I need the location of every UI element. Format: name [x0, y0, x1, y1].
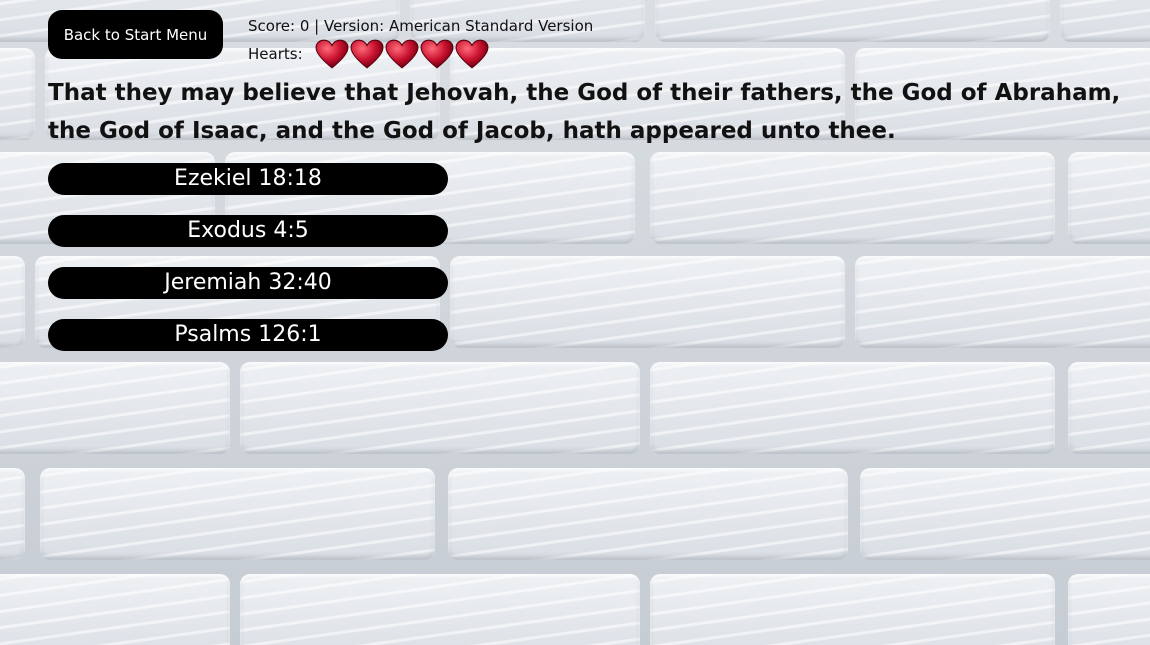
back-to-start-menu-button[interactable]: Back to Start Menu — [48, 10, 223, 59]
hearts-row: Hearts: — [248, 39, 593, 69]
hearts-container — [315, 39, 490, 69]
heart-icon — [455, 39, 489, 69]
status-panel: Score: 0 | Version: American Standard Ve… — [248, 13, 593, 69]
verse-question-text: That they may believe that Jehovah, the … — [48, 80, 1121, 144]
score-version-text: Score: 0 | Version: American Standard Ve… — [248, 17, 594, 35]
heart-icon — [385, 39, 419, 69]
choice-button-2[interactable]: Exodus 4:5 — [48, 215, 448, 247]
heart-icon — [315, 39, 349, 69]
heart-icon — [420, 39, 454, 69]
answer-choices: Ezekiel 18:18 Exodus 4:5 Jeremiah 32:40 … — [48, 163, 448, 371]
choice-button-1[interactable]: Ezekiel 18:18 — [48, 163, 448, 195]
choice-button-4[interactable]: Psalms 126:1 — [48, 319, 448, 351]
heart-icon — [350, 39, 384, 69]
hearts-label: Hearts: — [248, 45, 303, 63]
choice-button-3[interactable]: Jeremiah 32:40 — [48, 267, 448, 299]
